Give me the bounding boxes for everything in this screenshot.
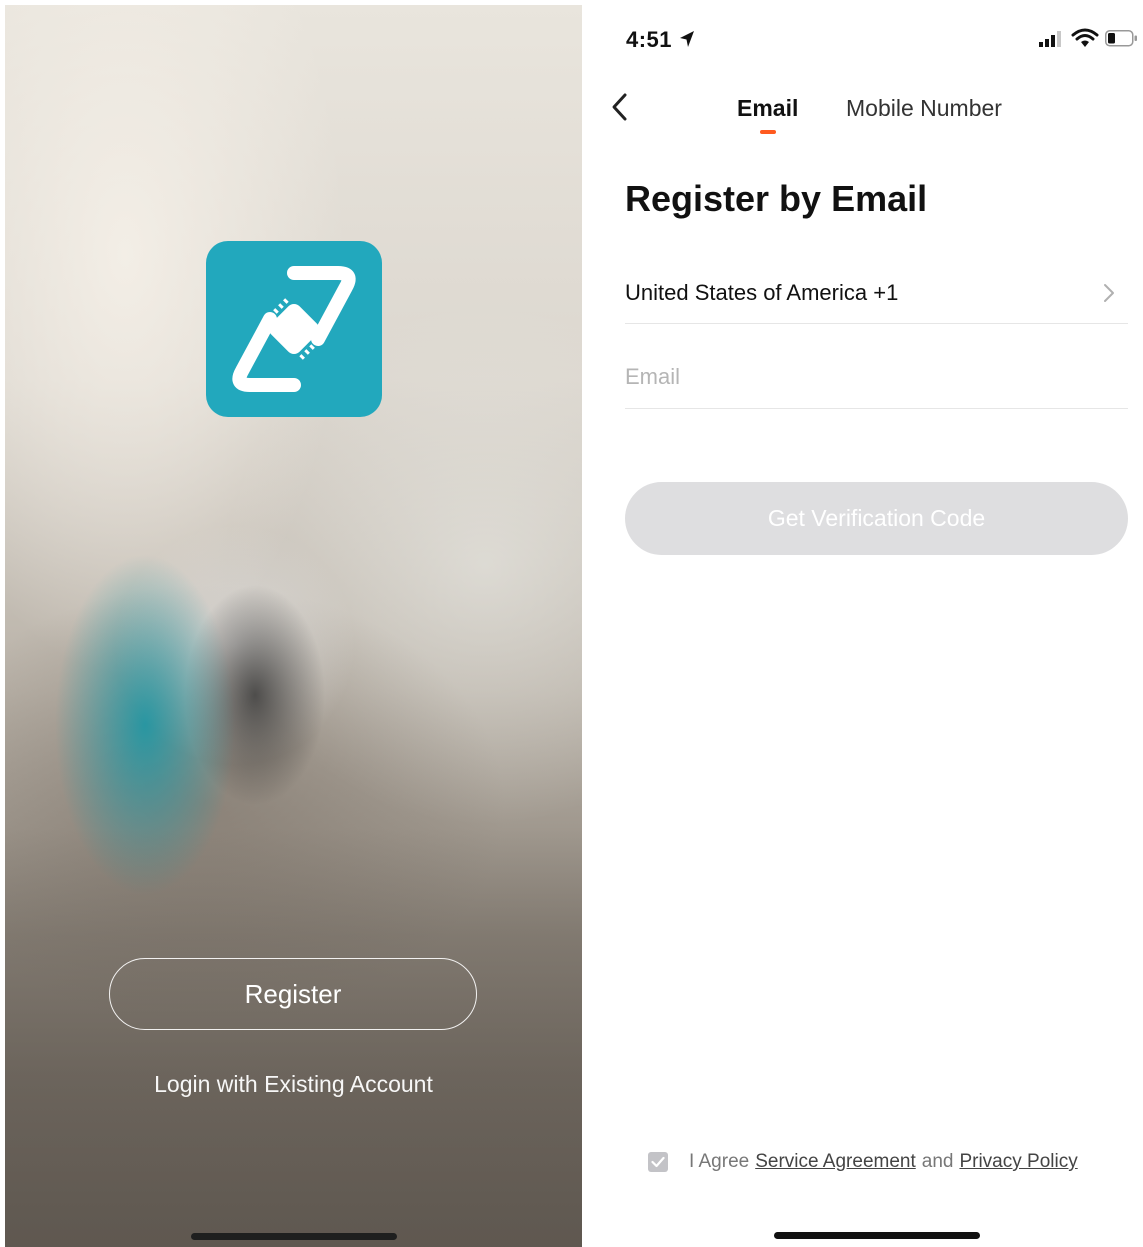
status-icons xyxy=(1039,28,1137,47)
active-tab-indicator xyxy=(760,130,776,134)
back-arrow-icon[interactable] xyxy=(608,90,632,124)
country-value: United States of America +1 xyxy=(625,280,899,305)
home-indicator xyxy=(774,1232,980,1239)
wifi-icon xyxy=(1071,28,1099,47)
service-agreement-link[interactable]: Service Agreement xyxy=(755,1151,916,1173)
canvas: Register Login with Existing Account 4:5… xyxy=(0,0,1143,1247)
agreement-checkbox[interactable] xyxy=(648,1152,668,1172)
tab-email[interactable]: Email xyxy=(737,95,798,122)
welcome-screen: Register Login with Existing Account xyxy=(5,5,582,1247)
app-logo-icon xyxy=(206,241,382,417)
home-indicator xyxy=(191,1233,397,1240)
register-button[interactable]: Register xyxy=(109,958,477,1030)
agreement-conjunction: and xyxy=(921,1151,954,1172)
tab-mobile-number[interactable]: Mobile Number xyxy=(846,95,1002,122)
location-arrow-icon xyxy=(680,31,694,47)
cellular-signal-icon xyxy=(1039,31,1061,47)
get-verification-code-button[interactable]: Get Verification Code xyxy=(625,482,1128,555)
email-field-row xyxy=(625,346,1128,409)
agreement-row: I Agree Service Agreement and Privacy Po… xyxy=(648,1148,1078,1176)
chevron-right-icon xyxy=(1104,284,1114,302)
login-existing-account-link[interactable]: Login with Existing Account xyxy=(5,1071,582,1098)
email-input[interactable] xyxy=(625,360,1115,394)
country-selector[interactable]: United States of America +1 xyxy=(625,262,1128,324)
register-screen: 4:51 Email Mobile Number Register by Ema… xyxy=(588,0,1143,1247)
status-time: 4:51 xyxy=(626,27,673,52)
battery-icon xyxy=(1105,30,1137,47)
privacy-policy-link[interactable]: Privacy Policy xyxy=(959,1151,1077,1173)
checkmark-icon xyxy=(651,1156,665,1168)
background-shade xyxy=(5,827,582,1247)
page-title: Register by Email xyxy=(625,178,928,219)
agreement-prefix: I Agree xyxy=(689,1151,750,1172)
